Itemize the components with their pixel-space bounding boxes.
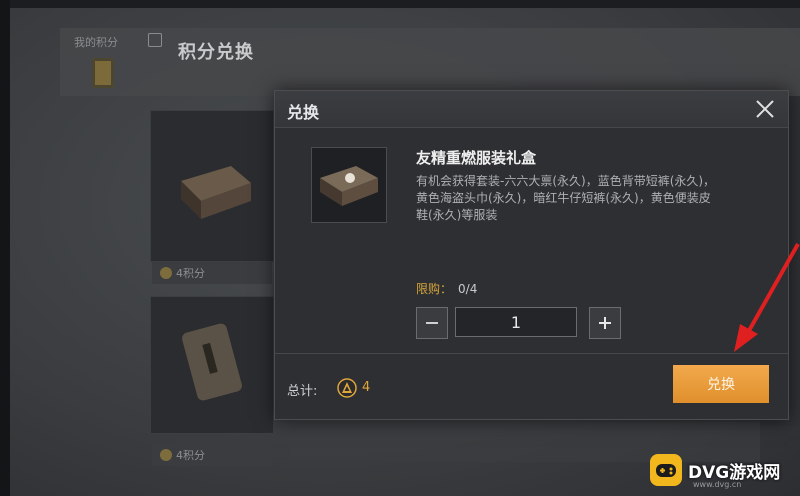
gamepad-logo-icon — [650, 454, 682, 486]
watermark-text: DVG游戏网 — [688, 462, 781, 483]
item-thumbnail — [311, 147, 387, 223]
points-header — [60, 28, 800, 96]
item-description: 有机会获得套装-六六大禀(永久)，蓝色背带短裤(永久)，黄色海盗头巾(永久)，暗… — [416, 174, 716, 222]
points-token-icon — [92, 58, 114, 88]
gift-box-icon — [181, 166, 251, 219]
screen-edge — [0, 0, 10, 496]
divider — [275, 353, 788, 354]
increase-button[interactable] — [589, 307, 621, 339]
price-label: 4积分 — [176, 449, 205, 462]
coin-icon — [160, 449, 172, 461]
page-title: 积分兑换 — [178, 42, 254, 63]
dialog-title: 兑换 — [287, 103, 320, 122]
decrease-button[interactable] — [416, 307, 448, 339]
minus-icon — [426, 322, 438, 324]
plus-icon — [599, 317, 611, 329]
watermark-url: www.dvg.cn — [693, 480, 742, 489]
dialog-header: 兑换 — [275, 91, 788, 128]
exchange-button[interactable]: 兑换 — [673, 365, 769, 403]
coin-icon — [160, 267, 172, 279]
reward-card-price: 4积分 — [152, 444, 272, 466]
points-badge-label: 我的积分 — [74, 36, 118, 49]
close-icon — [756, 100, 774, 118]
red-arrow-icon — [734, 243, 800, 352]
exchange-dialog: 兑换 友精重燃服装礼盒 有机会获得套装-六六大禀(永久)，蓝色背带短裤(永久)，… — [274, 90, 789, 420]
limit-value: 0/4 — [458, 282, 478, 296]
close-button[interactable] — [751, 95, 779, 123]
purchase-limit: 限购： 0/4 — [416, 280, 477, 297]
quantity-input[interactable]: 1 — [455, 307, 577, 337]
points-coin-icon — [337, 378, 357, 398]
reward-card-price: 4积分 — [152, 262, 272, 284]
info-icon — [148, 33, 162, 47]
limit-label: 限购： — [416, 282, 453, 296]
price-label: 4积分 — [176, 267, 205, 280]
tag-icon — [182, 323, 242, 401]
gift-box-icon — [320, 166, 378, 206]
reward-card[interactable] — [150, 296, 274, 434]
total-value: 4 — [362, 380, 371, 395]
item-name: 友精重燃服装礼盒 — [416, 149, 537, 167]
reward-card[interactable] — [150, 110, 274, 262]
total-label: 总计: — [287, 384, 318, 399]
